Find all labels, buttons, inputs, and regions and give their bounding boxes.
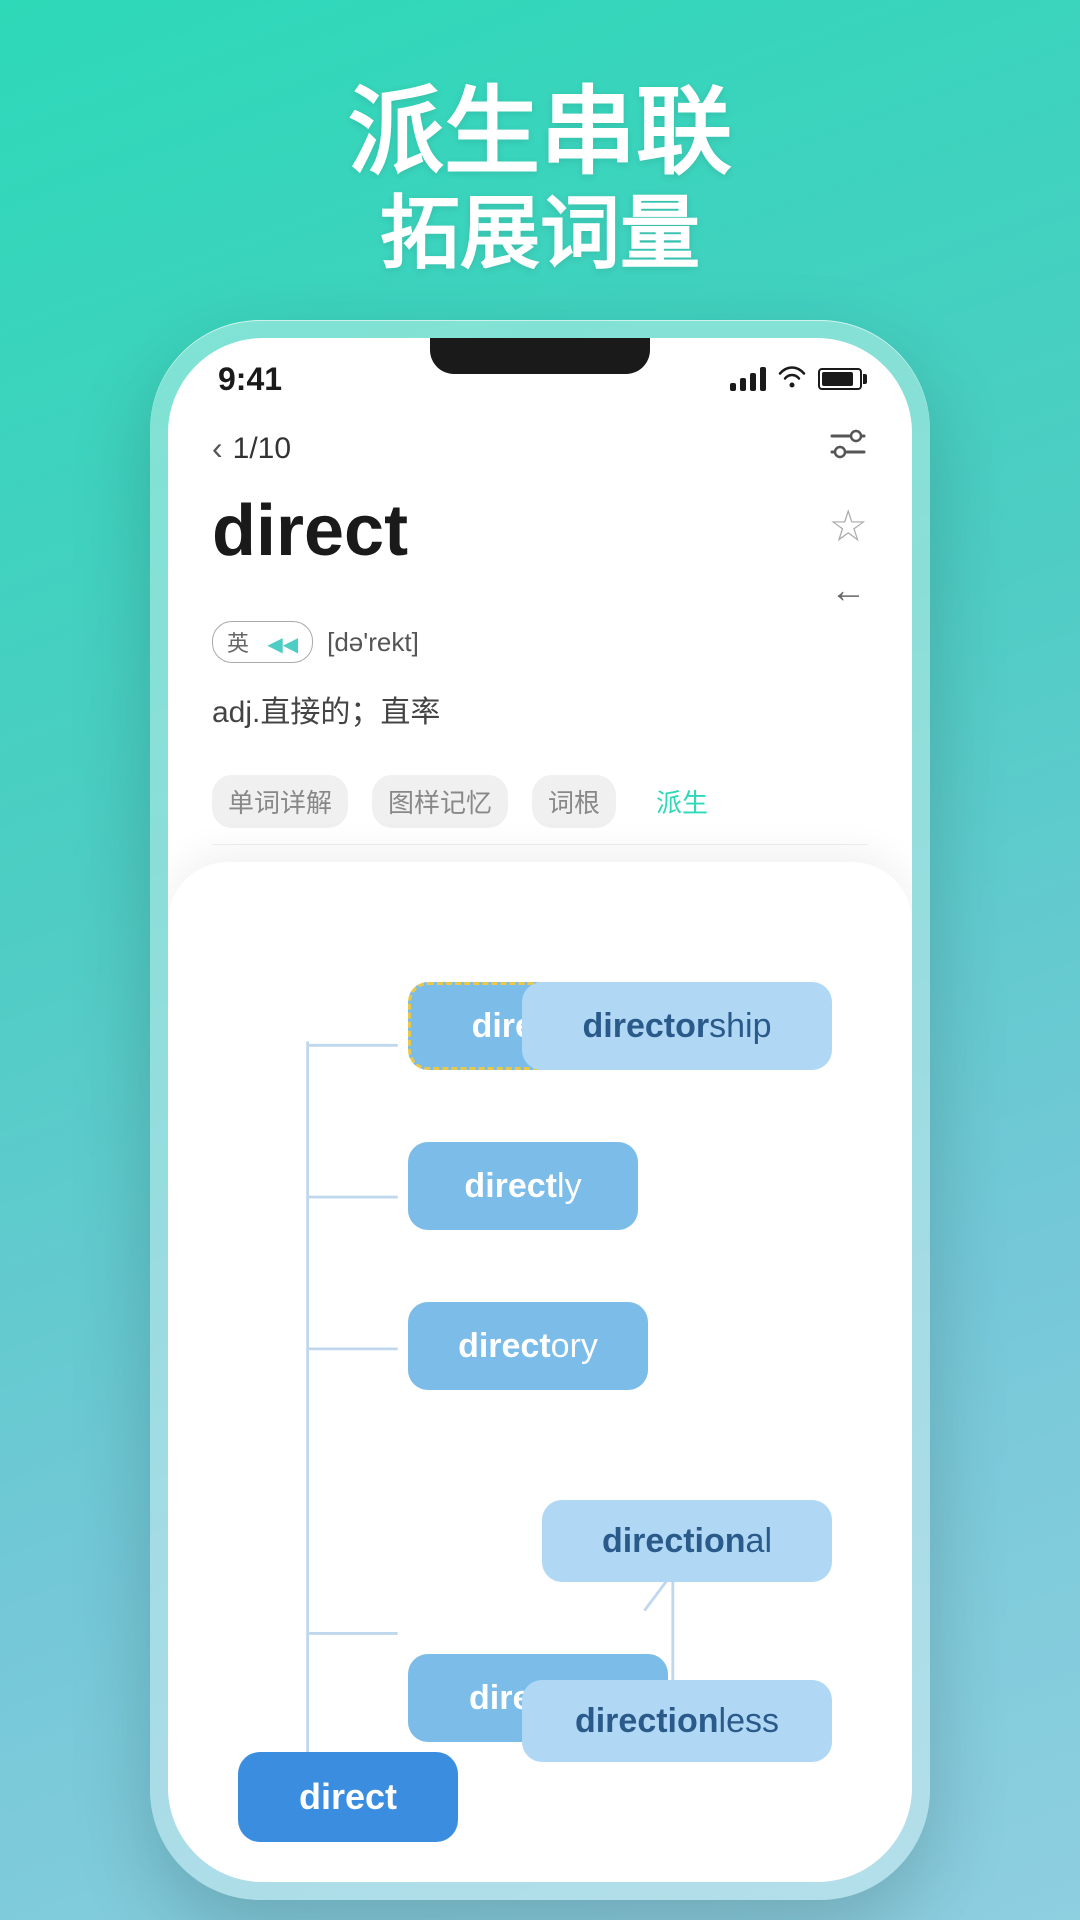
header-section: 派生串联 拓展词量 [0, 0, 1080, 322]
star-icon[interactable]: ☆ [829, 505, 868, 549]
phone-notch [430, 338, 650, 374]
pagination-label: 1/10 [233, 432, 291, 466]
tab-word-detail[interactable]: 单词详解 [212, 775, 348, 828]
node-directional[interactable]: directional [542, 1500, 832, 1582]
speaker-icon[interactable]: ◀◀ [267, 634, 298, 656]
lang-badge[interactable]: 英 ◀◀ [212, 621, 313, 663]
signal-icon [730, 367, 766, 391]
node-directory[interactable]: directory [408, 1302, 648, 1390]
node-directorship[interactable]: directorship [522, 982, 832, 1070]
nav-bar[interactable]: ‹ 1/10 [212, 408, 868, 485]
word-definition: adj.直接的；直率 [212, 687, 868, 731]
battery-icon [818, 368, 862, 390]
phone-mockup: 9:41 [150, 320, 930, 1900]
nav-back[interactable]: ‹ 1/10 [212, 430, 291, 467]
node-directly[interactable]: directly [408, 1142, 638, 1230]
word-row: direct ☆ ← [212, 495, 868, 611]
word-section: direct ☆ ← 英 ◀◀ [də'rekt] [212, 485, 868, 765]
pronunciation-row: 英 ◀◀ [də'rekt] [212, 621, 868, 663]
wifi-icon [778, 364, 806, 395]
back-icon[interactable]: ‹ [212, 430, 223, 467]
tab-bar[interactable]: 单词详解 图样记忆 词根 派生 [212, 775, 868, 845]
tab-image-memory[interactable]: 图样记忆 [372, 775, 508, 828]
word-tree-card: director directorship directly directory [168, 862, 912, 1882]
filter-icon[interactable] [828, 428, 868, 469]
header-line2: 拓展词量 [0, 186, 1080, 282]
tree-container: director directorship directly directory [208, 922, 872, 1882]
node-root[interactable]: direct [238, 1752, 458, 1842]
tab-root[interactable]: 词根 [532, 775, 616, 828]
phonetic-text: [də'rekt] [327, 627, 419, 658]
back-word-icon[interactable]: ← [830, 569, 866, 611]
node-directionless[interactable]: directionless [522, 1680, 832, 1762]
tab-derivative[interactable]: 派生 [640, 775, 724, 828]
main-word: direct [212, 495, 408, 567]
status-icons [730, 364, 862, 395]
status-time: 9:41 [218, 361, 282, 398]
app-content: ‹ 1/10 direct [168, 408, 912, 922]
header-line1: 派生串联 [0, 80, 1080, 186]
phone-outer-shell: 9:41 [150, 320, 930, 1900]
phone-screen: 9:41 [168, 338, 912, 1882]
